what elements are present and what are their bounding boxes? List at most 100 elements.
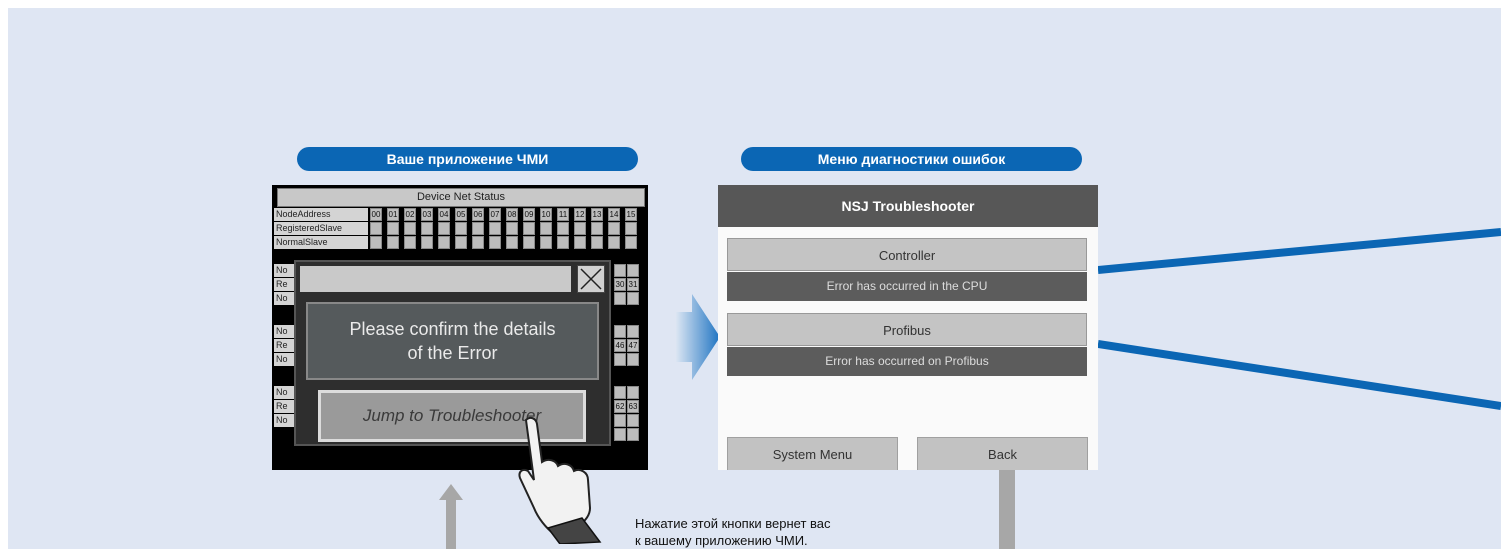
node-number-cell: 00 [370, 208, 382, 221]
status-cell [387, 222, 399, 235]
node-number-cell: 46 [614, 339, 626, 352]
caption: Нажатие этой кнопки вернет вас к вашему … [635, 515, 955, 549]
status-cell [627, 428, 639, 441]
node-number-cell: 04 [438, 208, 450, 221]
dialog-title-bar [300, 266, 571, 292]
status-cell [387, 236, 399, 249]
troubleshooter-screen: NSJ Troubleshooter Controller Error has … [718, 185, 1098, 470]
status-cell [614, 386, 626, 399]
dialog-message: Please confirm the details of the Error [306, 302, 599, 380]
status-cell [614, 292, 626, 305]
diagram-panel: Ваше приложение ЧМИ Меню диагностики оши… [8, 8, 1501, 549]
node-number-cell: 31 [627, 278, 639, 291]
node-number-cell: 11 [557, 208, 569, 221]
status-cell [438, 222, 450, 235]
status-cell [489, 236, 501, 249]
status-cell [591, 236, 603, 249]
close-button[interactable] [577, 265, 605, 293]
node-number-cell: 07 [489, 208, 501, 221]
status-cell [614, 414, 626, 427]
caption-line1: Нажатие этой кнопки вернет вас [635, 516, 831, 531]
connector-line-controller [1098, 228, 1501, 274]
node-number-cell: 30 [614, 278, 626, 291]
close-icon [580, 268, 602, 290]
status-cell [614, 325, 626, 338]
status-cell [627, 414, 639, 427]
status-cell [574, 222, 586, 235]
system-menu-button[interactable]: System Menu [727, 437, 898, 470]
flow-arrow-right-icon [676, 294, 720, 380]
status-cell [540, 222, 552, 235]
device-net-title: Device Net Status [277, 188, 645, 207]
status-cell [506, 222, 518, 235]
status-cell [625, 222, 637, 235]
status-cell [557, 236, 569, 249]
status-cell [421, 236, 433, 249]
profibus-error-text: Error has occurred on Profibus [727, 347, 1087, 376]
node-number-cell: 47 [627, 339, 639, 352]
node-number-cell: 12 [574, 208, 586, 221]
up-arrow-icon [439, 484, 463, 549]
dialog-message-line1: Please confirm the details [349, 319, 556, 339]
status-cell [472, 236, 484, 249]
status-cell [540, 236, 552, 249]
status-cell [627, 353, 639, 366]
status-cell [557, 222, 569, 235]
node-number-cell: 02 [404, 208, 416, 221]
status-cell [438, 236, 450, 249]
status-cell [627, 325, 639, 338]
row-label-nodeaddress: NodeAddress [274, 208, 368, 221]
status-cell [404, 236, 416, 249]
node-number-cell: 10 [540, 208, 552, 221]
caption-line2: к вашему приложению ЧМИ. [635, 533, 808, 548]
controller-item[interactable]: Controller [727, 238, 1087, 271]
status-cell [627, 292, 639, 305]
back-button[interactable]: Back [917, 437, 1088, 470]
node-number-cell: 62 [614, 400, 626, 413]
status-cell [472, 222, 484, 235]
troubleshooter-title: NSJ Troubleshooter [718, 185, 1098, 227]
node-number-cell: 03 [421, 208, 433, 221]
status-cell [608, 222, 620, 235]
node-number-cell: 14 [608, 208, 620, 221]
node-number-cell: 06 [472, 208, 484, 221]
node-number-cell: 08 [506, 208, 518, 221]
status-cell [625, 236, 637, 249]
status-cell [608, 236, 620, 249]
status-cell [591, 222, 603, 235]
node-number-cell: 15 [625, 208, 637, 221]
row-label-normal: NormalSlave [274, 236, 368, 249]
status-cell [614, 428, 626, 441]
status-cell [506, 236, 518, 249]
status-cell [627, 386, 639, 399]
dialog-message-line2: of the Error [407, 343, 498, 363]
status-cell [523, 222, 535, 235]
connector-bar [999, 470, 1015, 549]
controller-error-text: Error has occurred in the CPU [727, 272, 1087, 301]
diagnostics-label: Меню диагностики ошибок [817, 151, 1006, 167]
status-cell [370, 236, 382, 249]
status-cell [523, 236, 535, 249]
status-cell [627, 264, 639, 277]
status-cell [489, 222, 501, 235]
node-number-cell: 63 [627, 400, 639, 413]
connector-lines [1098, 228, 1501, 410]
row-label-registered: RegisteredSlave [274, 222, 368, 235]
connector-line-profibus [1098, 340, 1501, 410]
status-cell [455, 222, 467, 235]
node-number-cell: 09 [523, 208, 535, 221]
hmi-label-pill: Ваше приложение ЧМИ [297, 147, 638, 171]
status-cell [614, 264, 626, 277]
status-cell [421, 222, 433, 235]
status-cell [370, 222, 382, 235]
node-number-cell: 05 [455, 208, 467, 221]
node-number-cell: 13 [591, 208, 603, 221]
status-cell [574, 236, 586, 249]
diagnostics-label-pill: Меню диагностики ошибок [741, 147, 1082, 171]
profibus-item[interactable]: Profibus [727, 313, 1087, 346]
hand-pointer-icon [518, 416, 602, 544]
status-cell [614, 353, 626, 366]
status-cell [404, 222, 416, 235]
hmi-label: Ваше приложение ЧМИ [386, 151, 549, 167]
status-cell [455, 236, 467, 249]
